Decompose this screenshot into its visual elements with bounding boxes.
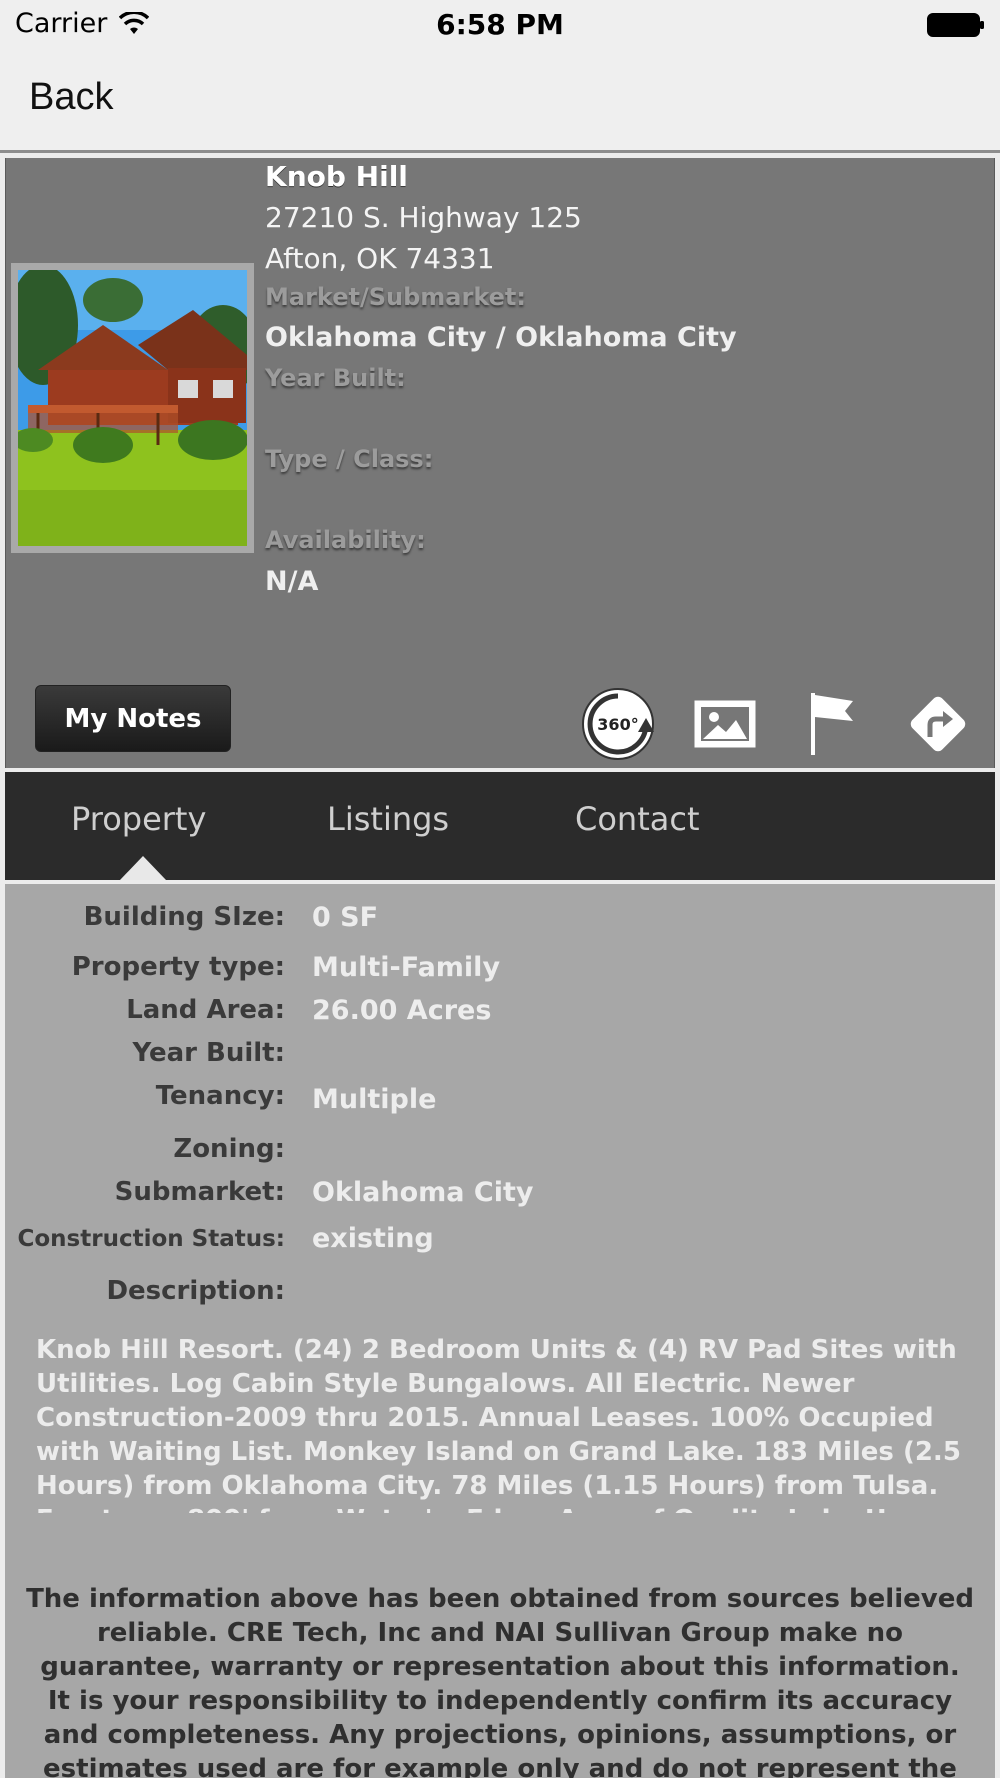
property-details: Building SIze: 0 SF Property type: Multi…	[5, 884, 995, 1778]
property-photo	[18, 270, 247, 546]
detail-value: 26.00 Acres	[312, 995, 492, 1026]
market-label: Market/Submarket:	[265, 283, 526, 311]
detail-value: Oklahoma City	[312, 1177, 534, 1208]
detail-value: Multi-Family	[312, 952, 501, 983]
detail-label: Zoning:	[173, 1134, 285, 1164]
360-view-icon[interactable]: 360°	[579, 685, 657, 763]
detail-label: Year Built:	[132, 1038, 285, 1068]
directions-icon[interactable]	[899, 685, 977, 763]
status-bar: Carrier 6:58 PM	[0, 0, 1000, 50]
detail-label: Tenancy:	[155, 1081, 285, 1111]
disclaimer-text: The information above has been obtained …	[26, 1584, 974, 1778]
address-line-1: 27210 S. Highway 125	[265, 201, 582, 234]
my-notes-button[interactable]: My Notes	[35, 685, 231, 752]
back-button[interactable]: Back	[29, 76, 113, 119]
navigation-bar: Back	[0, 50, 1000, 153]
detail-value: Multiple	[312, 1084, 437, 1115]
detail-label: Description:	[106, 1276, 285, 1306]
battery-icon	[927, 13, 984, 37]
photo-gallery-icon[interactable]	[686, 685, 764, 763]
detail-value: 0 SF	[312, 902, 379, 933]
detail-tab-bar: Property Listings Contact	[5, 772, 995, 880]
detail-label: Land Area:	[126, 995, 285, 1025]
description-text: Knob Hill Resort. (24) 2 Bedroom Units &…	[36, 1335, 975, 1513]
market-value: Oklahoma City / Oklahoma City	[265, 322, 737, 353]
tab-property[interactable]: Property	[71, 800, 206, 838]
type-class-label: Type / Class:	[265, 445, 434, 473]
description-scroll[interactable]: Knob Hill Resort. (24) 2 Bedroom Units &…	[36, 1333, 976, 1513]
active-tab-indicator	[120, 856, 166, 880]
detail-value: existing	[312, 1223, 434, 1254]
year-built-label: Year Built:	[265, 364, 406, 392]
flag-icon[interactable]	[793, 685, 871, 763]
address-line-2: Afton, OK 74331	[265, 242, 495, 275]
detail-label: Construction Status:	[17, 1226, 286, 1252]
detail-label: Building SIze:	[83, 902, 285, 932]
availability-label: Availability:	[265, 526, 426, 554]
detail-label: Property type:	[71, 952, 285, 982]
status-time: 6:58 PM	[436, 8, 564, 41]
property-photo-frame[interactable]	[11, 263, 254, 553]
tab-contact[interactable]: Contact	[575, 800, 700, 838]
svg-text:360°: 360°	[597, 715, 638, 734]
availability-value: N/A	[265, 566, 319, 597]
property-name: Knob Hill	[265, 160, 408, 193]
property-header: Knob Hill 27210 S. Highway 125 Afton, OK…	[5, 158, 995, 768]
tab-listings[interactable]: Listings	[327, 800, 449, 838]
detail-label: Submarket:	[114, 1177, 285, 1207]
